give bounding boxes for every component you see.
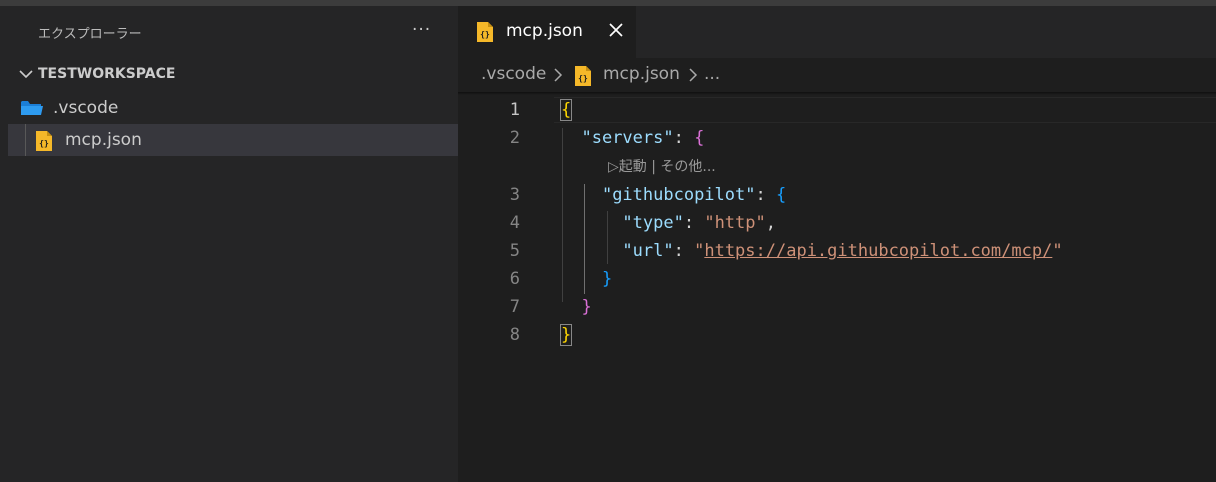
json-key: "url"	[622, 241, 674, 261]
json-string-value: "http"	[704, 213, 766, 233]
svg-text:{}: {}	[480, 30, 490, 39]
code-line: "servers": {	[561, 128, 704, 148]
workspace-header[interactable]: TESTWORKSPACE	[8, 62, 458, 88]
close-icon[interactable]	[606, 20, 626, 40]
code-line: "githubcopilot": {	[561, 185, 786, 205]
json-file-icon: {}	[36, 131, 52, 151]
breadcrumb-item-mcp-json[interactable]: mcp.json	[603, 64, 680, 84]
punctuation-token: :	[673, 128, 695, 148]
folder-icon	[21, 101, 43, 115]
line-number: 1	[509, 100, 520, 120]
editor-area: {} mcp.json .vscode {} mcp.json ... ▷起動 …	[458, 6, 1216, 482]
url-link[interactable]: https://api.githubcopilot.com/mcp/	[704, 241, 1052, 261]
json-string-value: "	[694, 241, 705, 261]
breadcrumb-item-vscode[interactable]: .vscode	[481, 64, 546, 84]
punctuation-token: :	[755, 185, 776, 205]
current-line-highlight	[554, 97, 1216, 123]
tab-label: mcp.json	[506, 21, 583, 41]
line-number: 4	[509, 213, 520, 233]
explorer-sidebar: エクスプローラー ··· TESTWORKSPACE .vscode {} mc…	[0, 6, 458, 482]
json-key: "githubcopilot"	[601, 185, 756, 205]
tree-item-label: mcp.json	[65, 130, 142, 150]
breadcrumb-item-symbols[interactable]: ...	[704, 64, 720, 84]
chevron-right-icon	[689, 68, 698, 82]
svg-text:{}: {}	[578, 74, 588, 83]
brace-token: }	[601, 269, 613, 289]
breadcrumb: .vscode {} mcp.json ...	[458, 58, 1216, 92]
line-number: 5	[509, 241, 520, 261]
line-number: 8	[509, 325, 520, 345]
code-line: }	[561, 297, 592, 317]
code-line: }	[559, 324, 573, 346]
more-actions-button[interactable]: ···	[412, 20, 431, 40]
tree-item-mcp-json[interactable]: {} mcp.json	[8, 124, 458, 156]
code-line: "url": "https://api.githubcopilot.com/mc…	[561, 241, 1063, 261]
line-number: 2	[509, 128, 520, 148]
line-number: 3	[509, 185, 520, 205]
tab-bar: {} mcp.json	[458, 6, 1216, 58]
brace-token: }	[559, 324, 573, 346]
code-editor[interactable]: ▷起動 | その他... 1{2 "servers": {3 "githubco…	[458, 92, 1216, 482]
json-string-value: "	[1052, 241, 1063, 261]
json-key: "servers"	[581, 128, 674, 148]
line-number: 6	[509, 269, 520, 289]
tab-mcp-json[interactable]: {} mcp.json	[458, 6, 636, 58]
code-line: "type": "http",	[561, 213, 776, 233]
chevron-right-icon	[554, 68, 563, 82]
workspace-name: TESTWORKSPACE	[38, 66, 176, 82]
brace-token: }	[581, 297, 592, 317]
code-line: {	[559, 99, 573, 121]
code-line: }	[561, 269, 612, 289]
json-key: "type"	[622, 213, 684, 233]
json-file-icon: {}	[477, 22, 493, 42]
indent-guide	[25, 124, 26, 156]
explorer-title: エクスプローラー	[38, 27, 142, 42]
punctuation-token: :	[683, 213, 705, 233]
line-number: 7	[509, 297, 520, 317]
punctuation-token: :	[673, 241, 695, 261]
punctuation-token: ,	[765, 213, 776, 233]
json-file-icon: {}	[575, 66, 591, 86]
chevron-down-icon	[19, 70, 33, 79]
tree-item-label: .vscode	[53, 98, 119, 118]
tree-item-vscode-folder[interactable]: .vscode	[8, 92, 458, 124]
code-lens[interactable]: ▷起動 | その他...	[608, 156, 716, 176]
brace-token: {	[694, 128, 705, 148]
brace-token: {	[559, 99, 573, 121]
svg-text:{}: {}	[39, 139, 49, 148]
brace-token: {	[775, 185, 787, 205]
